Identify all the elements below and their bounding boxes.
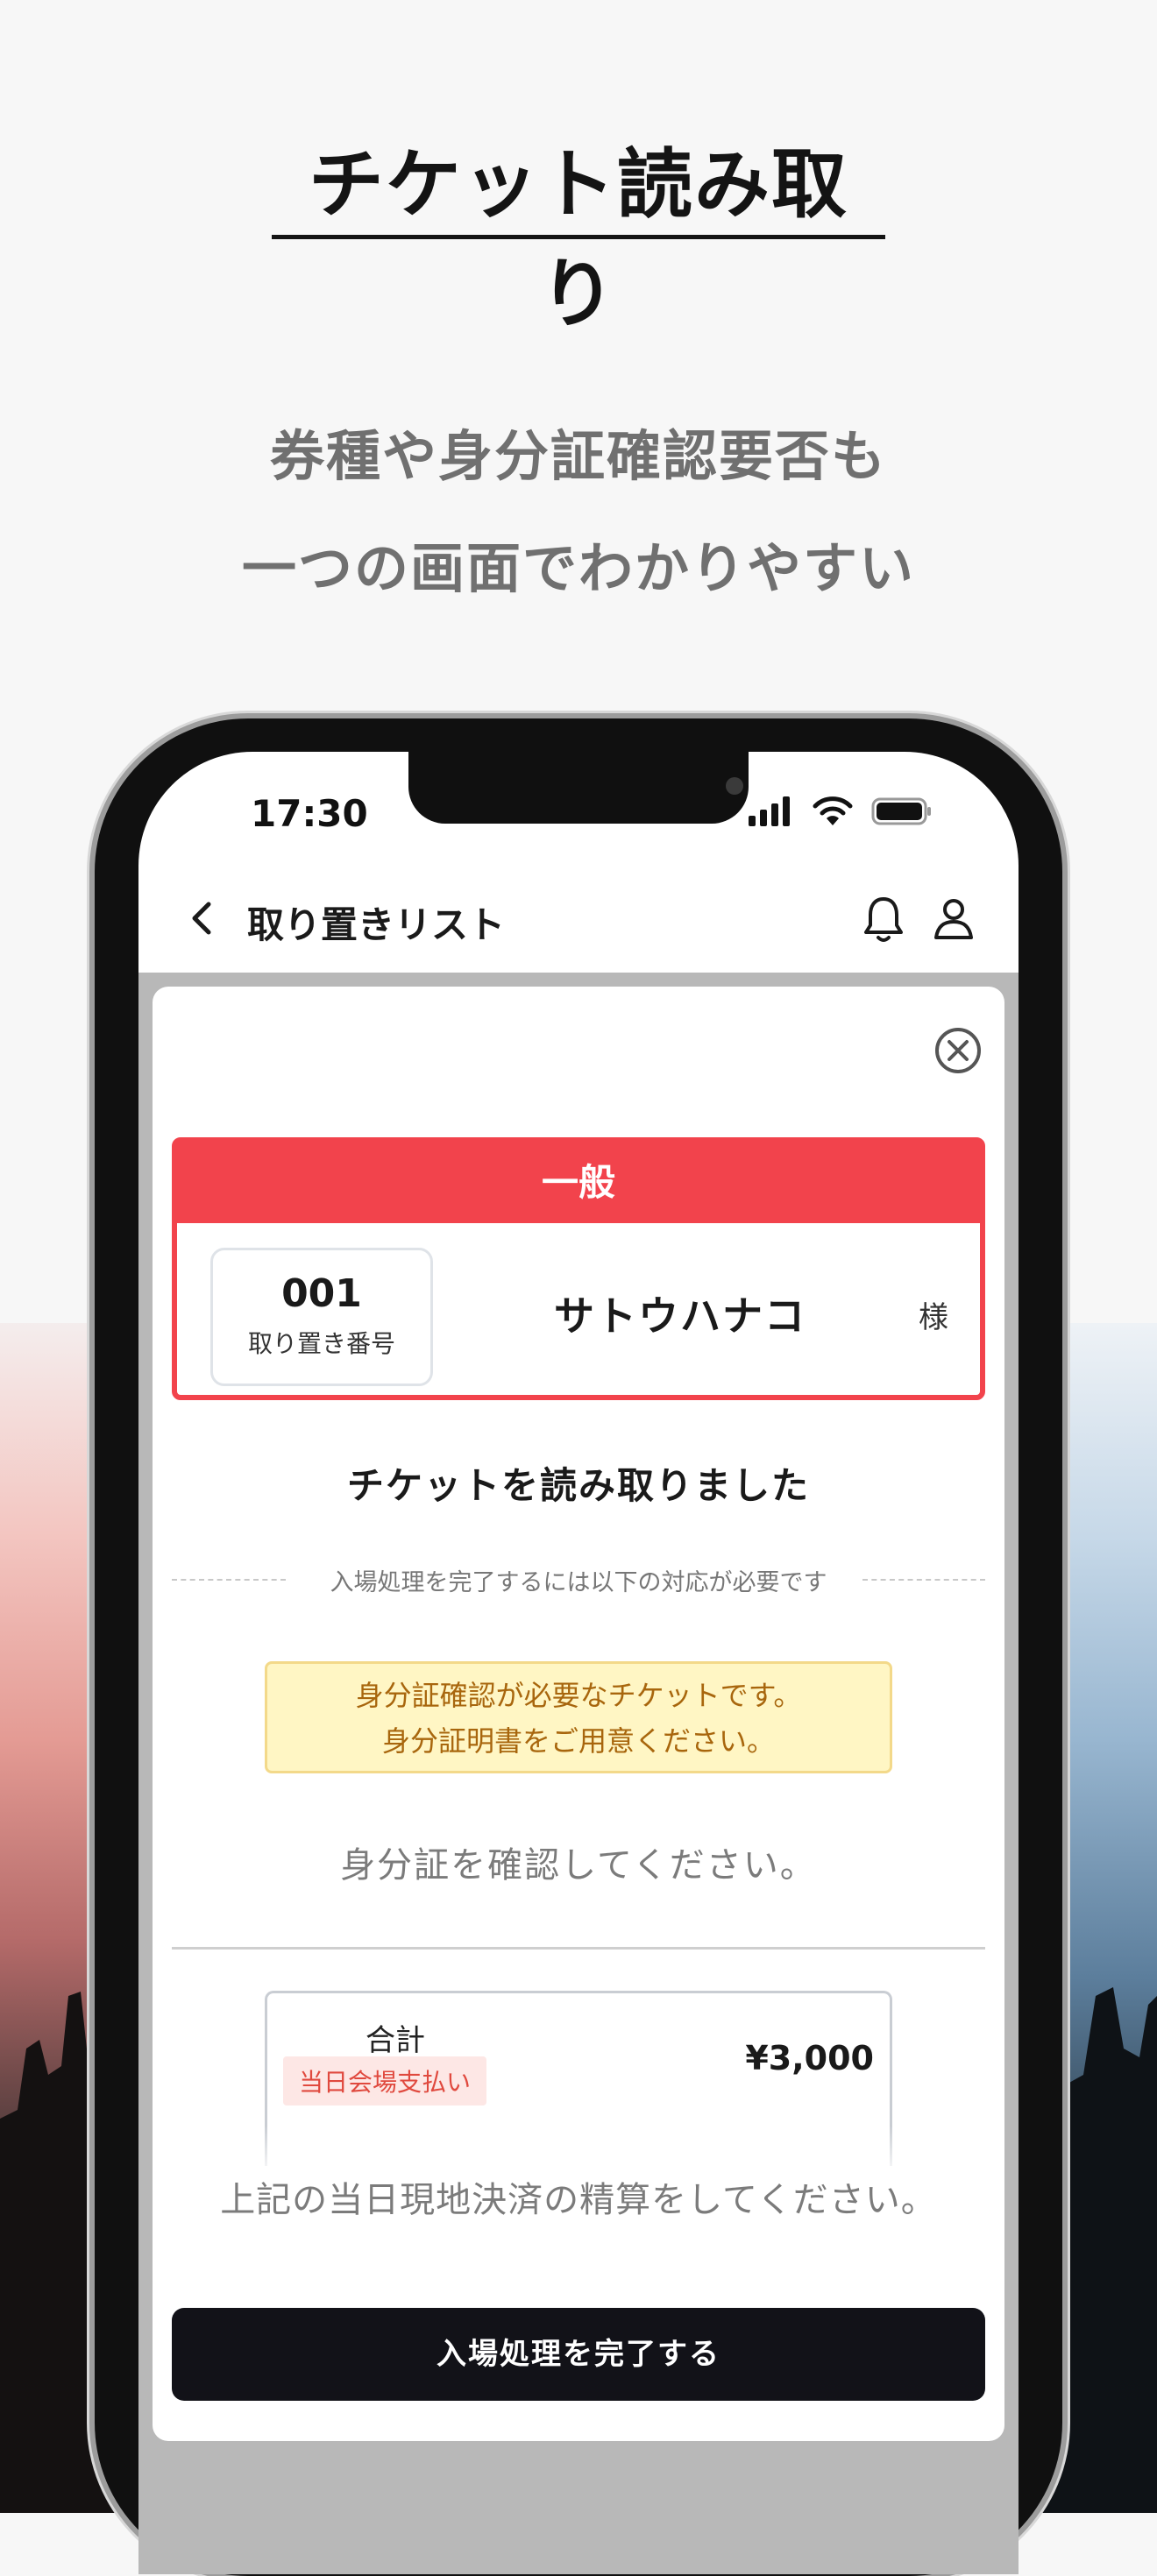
- ticket-card: 一般 001 取り置き番号 サトウハナコ 様: [172, 1137, 985, 1400]
- ticket-result-modal: 一般 001 取り置き番号 サトウハナコ 様 チケットを読み取りました 入場処理…: [153, 987, 1004, 2441]
- wifi-icon: [813, 796, 853, 825]
- camera-icon: [726, 777, 743, 795]
- phone-notch: [408, 752, 749, 824]
- customer-name: サトウハナコ: [554, 1292, 806, 1340]
- reserve-number-label: 取り置き番号: [247, 1329, 395, 1358]
- payment-method-badge: 当日会場支払い: [283, 2056, 487, 2105]
- promo-subtitle-line2: 一つの画面でわかりやすい: [241, 536, 915, 600]
- id-check-instruction: 身分証を確認してください。: [340, 1845, 817, 1886]
- phone-frame: 17:30 取り置きリスト 一般 001 取り置き番号 サトウハナコ 様 チケッ…: [95, 718, 1062, 2576]
- section-divider: [172, 1947, 985, 1950]
- header-title: 取り置きリスト: [247, 903, 506, 946]
- id-warning-box: 身分証確認が必要なチケットです。 身分証明書をご用意ください。: [265, 1661, 892, 1773]
- app-header: 取り置きリスト: [138, 874, 1019, 962]
- promo-title-underline: [272, 235, 885, 239]
- reserve-number: 001: [281, 1271, 362, 1316]
- phone-screen: 17:30 取り置きリスト 一般 001 取り置き番号 サトウハナコ 様 チケッ…: [138, 752, 1019, 2574]
- bell-icon[interactable]: [861, 894, 906, 945]
- reserve-number-box: 001 取り置き番号: [210, 1248, 433, 1386]
- ticket-type: 一般: [177, 1143, 980, 1223]
- promo-subtitle-line1: 券種や身分証確認要否も: [269, 424, 887, 488]
- requirement-note: 入場処理を完了するには以下の対応が必要です: [330, 1569, 827, 1596]
- payment-amount: ¥3,000: [745, 2039, 874, 2077]
- complete-entry-button[interactable]: 入場処理を完了する: [172, 2308, 985, 2401]
- warning-line1: 身分証確認が必要なチケットです。: [355, 1679, 802, 1712]
- status-icons: [749, 796, 933, 827]
- signal-icon: [749, 796, 790, 826]
- settle-instruction: 上記の当日現地決済の精算をしてください。: [220, 2180, 937, 2220]
- payment-total-label: 合計: [366, 2023, 425, 2058]
- battery-icon: [871, 797, 931, 825]
- dashed-line-right: [862, 1579, 985, 1581]
- user-icon[interactable]: [931, 894, 976, 945]
- dashed-line-left: [172, 1579, 286, 1581]
- back-icon[interactable]: [184, 899, 223, 938]
- close-icon[interactable]: [933, 1025, 983, 1076]
- status-time: 17:30: [251, 792, 368, 835]
- honorific: 様: [919, 1300, 948, 1335]
- payment-fade: [153, 2126, 1004, 2178]
- promo-title: チケット読み取り: [309, 141, 848, 338]
- warning-line2: 身分証明書をご用意ください。: [381, 1724, 775, 1758]
- requirement-divider: 入場処理を完了するには以下の対応が必要です: [172, 1561, 985, 1596]
- read-success-message: チケットを読み取りました: [346, 1464, 810, 1507]
